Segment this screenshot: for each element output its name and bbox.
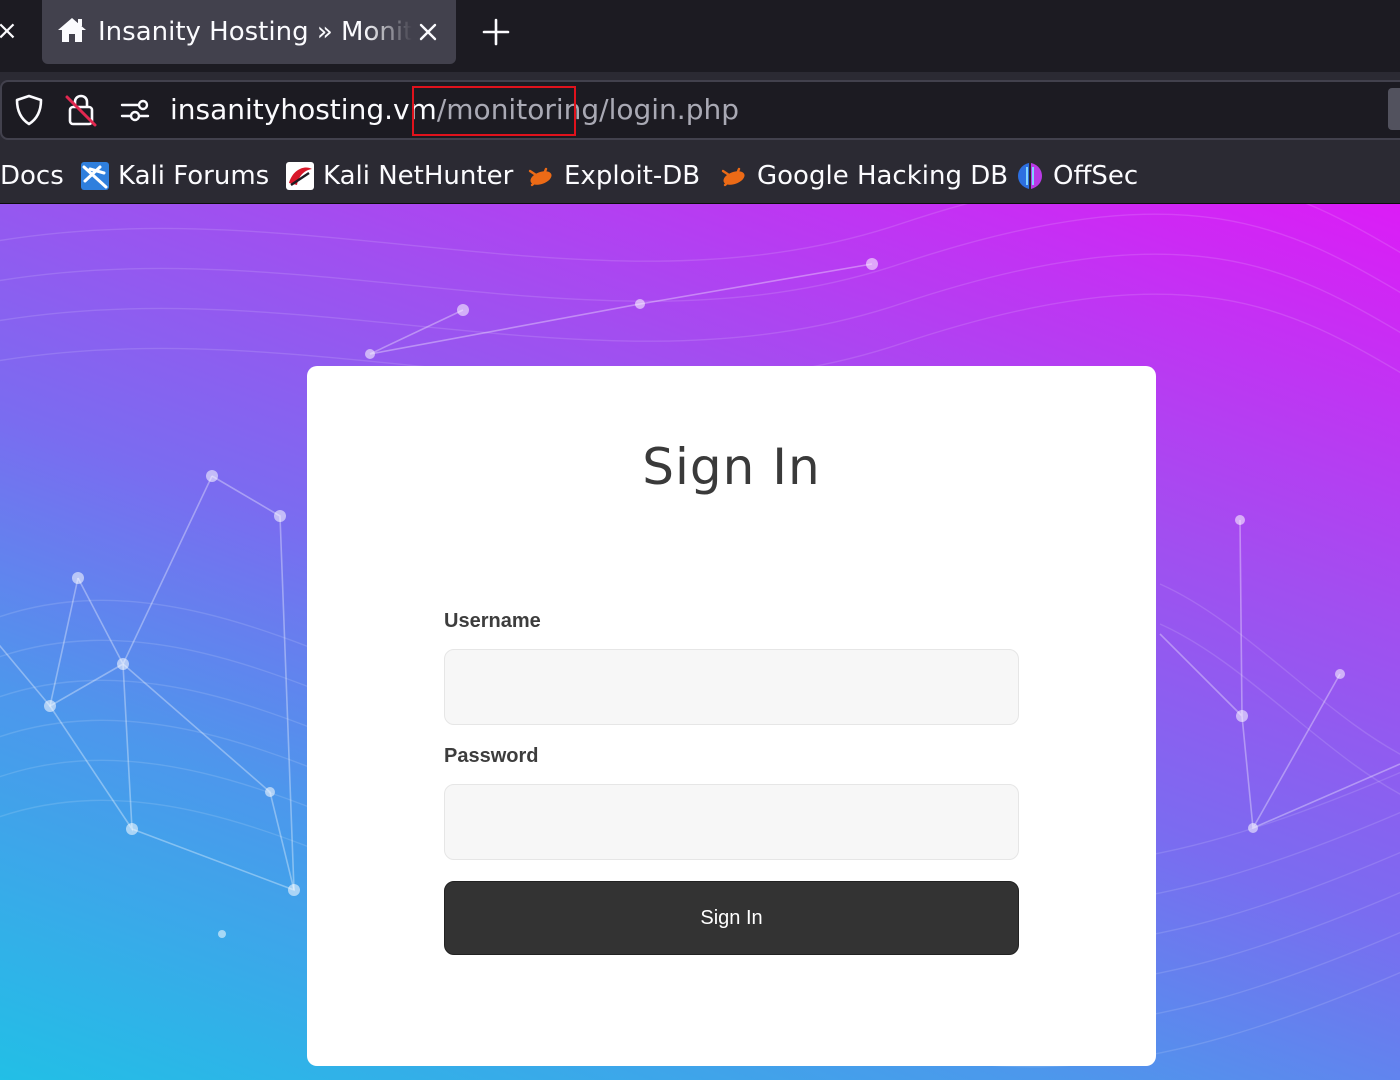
kali-dragon-icon xyxy=(81,162,109,190)
plus-icon[interactable] xyxy=(478,14,514,50)
offsec-icon xyxy=(1018,163,1042,189)
bookmark-label: Google Hacking DB xyxy=(757,161,1009,191)
login-page: Sign In Username Password Sign In xyxy=(0,204,1400,1080)
password-label: Password xyxy=(444,745,539,767)
nethunter-icon xyxy=(286,162,314,190)
bookmarks-toolbar: Docs Kali Forums Kali NetHunter Exploit-… xyxy=(0,148,1400,204)
bookmark-kali-forums[interactable]: Kali Forums xyxy=(80,148,269,204)
exploitdb-icon xyxy=(721,167,745,187)
url-separator: / xyxy=(599,93,609,126)
permissions-icon[interactable] xyxy=(118,93,152,127)
bookmark-label: Kali NetHunter xyxy=(323,161,514,191)
tab-active[interactable]: Insanity Hosting » Monitoring xyxy=(42,0,456,64)
insecure-lock-icon[interactable] xyxy=(64,93,98,127)
shield-icon[interactable] xyxy=(12,93,46,127)
url-host: insanityhosting.vm xyxy=(170,93,437,126)
exploitdb-icon xyxy=(528,167,552,187)
navigation-toolbar: insanityhosting.vm/monitoring/login.php xyxy=(0,72,1400,148)
bookmark-google-hacking-db[interactable]: Google Hacking DB xyxy=(719,148,1008,204)
bookmark-label: Exploit-DB xyxy=(564,161,701,191)
bookmark-label: Kali Forums xyxy=(118,161,270,191)
bookmark-exploit-db[interactable]: Exploit-DB xyxy=(526,148,700,204)
url-path: monitoring xyxy=(446,93,600,126)
bookmark-docs[interactable]: Docs xyxy=(0,148,64,204)
url-text[interactable]: insanityhosting.vm/monitoring/login.php xyxy=(170,82,739,138)
username-label: Username xyxy=(444,610,541,632)
url-file: login.php xyxy=(608,93,739,126)
password-input[interactable] xyxy=(444,784,1019,860)
url-bar[interactable]: insanityhosting.vm/monitoring/login.php xyxy=(0,80,1400,140)
username-input[interactable] xyxy=(444,649,1019,725)
bookmark-kali-nethunter[interactable]: Kali NetHunter xyxy=(285,148,513,204)
page-title: Sign In xyxy=(642,438,821,496)
tab-title: Insanity Hosting » Monitoring xyxy=(98,17,412,47)
bookmark-label: Docs xyxy=(0,161,64,191)
close-icon[interactable] xyxy=(412,16,444,48)
home-icon xyxy=(58,18,86,42)
sign-in-button[interactable]: Sign In xyxy=(444,881,1019,955)
login-card: Sign In Username Password Sign In xyxy=(307,366,1156,1066)
bookmark-label: OffSec xyxy=(1053,161,1139,191)
tab-strip: × Insanity Hosting » Monitoring xyxy=(0,0,1400,72)
url-separator: / xyxy=(436,93,447,126)
toolbar-overflow-button[interactable] xyxy=(1388,88,1400,130)
bookmark-offsec[interactable]: OffSec xyxy=(1015,148,1138,204)
previous-tab-close-icon[interactable]: × xyxy=(0,14,18,48)
